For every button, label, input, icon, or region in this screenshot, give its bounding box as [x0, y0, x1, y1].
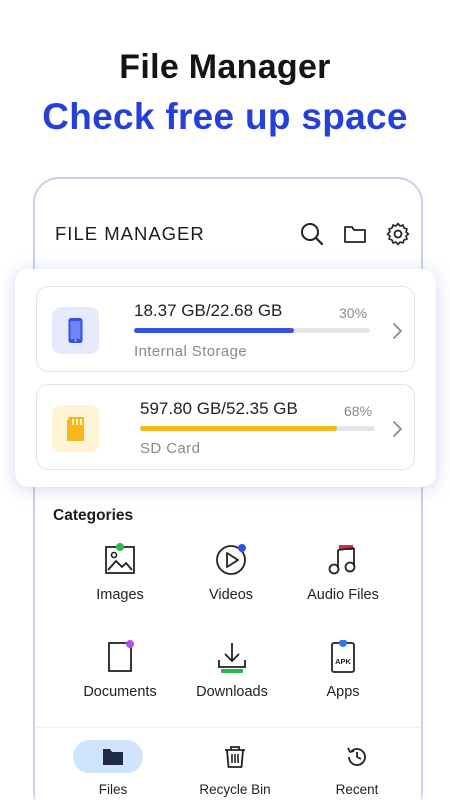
trash-icon: [225, 746, 245, 768]
svg-text:APK: APK: [335, 657, 351, 666]
storage-progress-track: [134, 328, 370, 333]
phone-icon: [52, 307, 99, 354]
chevron-right-icon: [393, 323, 402, 339]
storage-progress-track: [140, 426, 375, 431]
categories-title: Categories: [53, 507, 134, 524]
download-icon: [218, 643, 246, 673]
storage-percent: 30%: [339, 305, 368, 321]
gear-icon[interactable]: [385, 221, 411, 247]
video-icon: [216, 544, 246, 575]
history-icon: [347, 747, 366, 766]
folder-icon[interactable]: [342, 221, 368, 247]
storage-name: SD Card: [140, 440, 201, 457]
music-icon: [328, 545, 356, 575]
category-documents[interactable]: Documents: [60, 640, 180, 700]
category-label: Images: [96, 587, 144, 603]
promo-subtitle: Check free up space: [42, 96, 408, 137]
category-label: Documents: [83, 684, 157, 700]
category-label: Audio Files: [307, 587, 379, 603]
storage-panel: 18.37 GB/22.68 GB 30% Internal Storage 5…: [15, 269, 436, 487]
storage-name: Internal Storage: [134, 343, 248, 360]
storage-card-sd[interactable]: 597.80 GB/52.35 GB 68% SD Card: [36, 384, 415, 470]
storage-card-internal[interactable]: 18.37 GB/22.68 GB 30% Internal Storage: [36, 286, 415, 372]
storage-progress-fill: [134, 328, 295, 333]
category-downloads[interactable]: Downloads: [172, 640, 292, 700]
category-apps[interactable]: APK Apps: [283, 640, 403, 700]
storage-progress-fill: [140, 426, 338, 431]
category-label: Videos: [208, 587, 254, 603]
storage-usage: 597.80 GB/52.35 GB: [140, 399, 298, 418]
image-icon: [105, 543, 135, 574]
search-icon[interactable]: [299, 221, 325, 247]
storage-usage: 18.37 GB/22.68 GB: [134, 301, 283, 320]
apk-icon: APK: [331, 640, 355, 673]
chevron-right-icon: [393, 421, 402, 437]
category-images[interactable]: Images: [60, 543, 180, 603]
app-title: FILE MANAGER: [55, 223, 205, 244]
category-audio-files[interactable]: Audio Files: [283, 543, 403, 603]
document-icon: [108, 640, 134, 672]
category-videos[interactable]: Videos: [171, 543, 291, 603]
storage-percent: 68%: [344, 403, 373, 419]
nav-label: Files: [98, 782, 128, 797]
category-label: Apps: [326, 684, 360, 700]
promo-title: File Manager: [119, 48, 331, 86]
sd-card-icon: [52, 405, 99, 452]
folder-icon: [103, 749, 123, 765]
nav-label: Recycle Bin: [199, 782, 271, 797]
bottom-nav: Files Recycle Bin Recent: [35, 727, 421, 800]
nav-label: Recent: [335, 782, 379, 797]
category-label: Downloads: [196, 684, 268, 700]
